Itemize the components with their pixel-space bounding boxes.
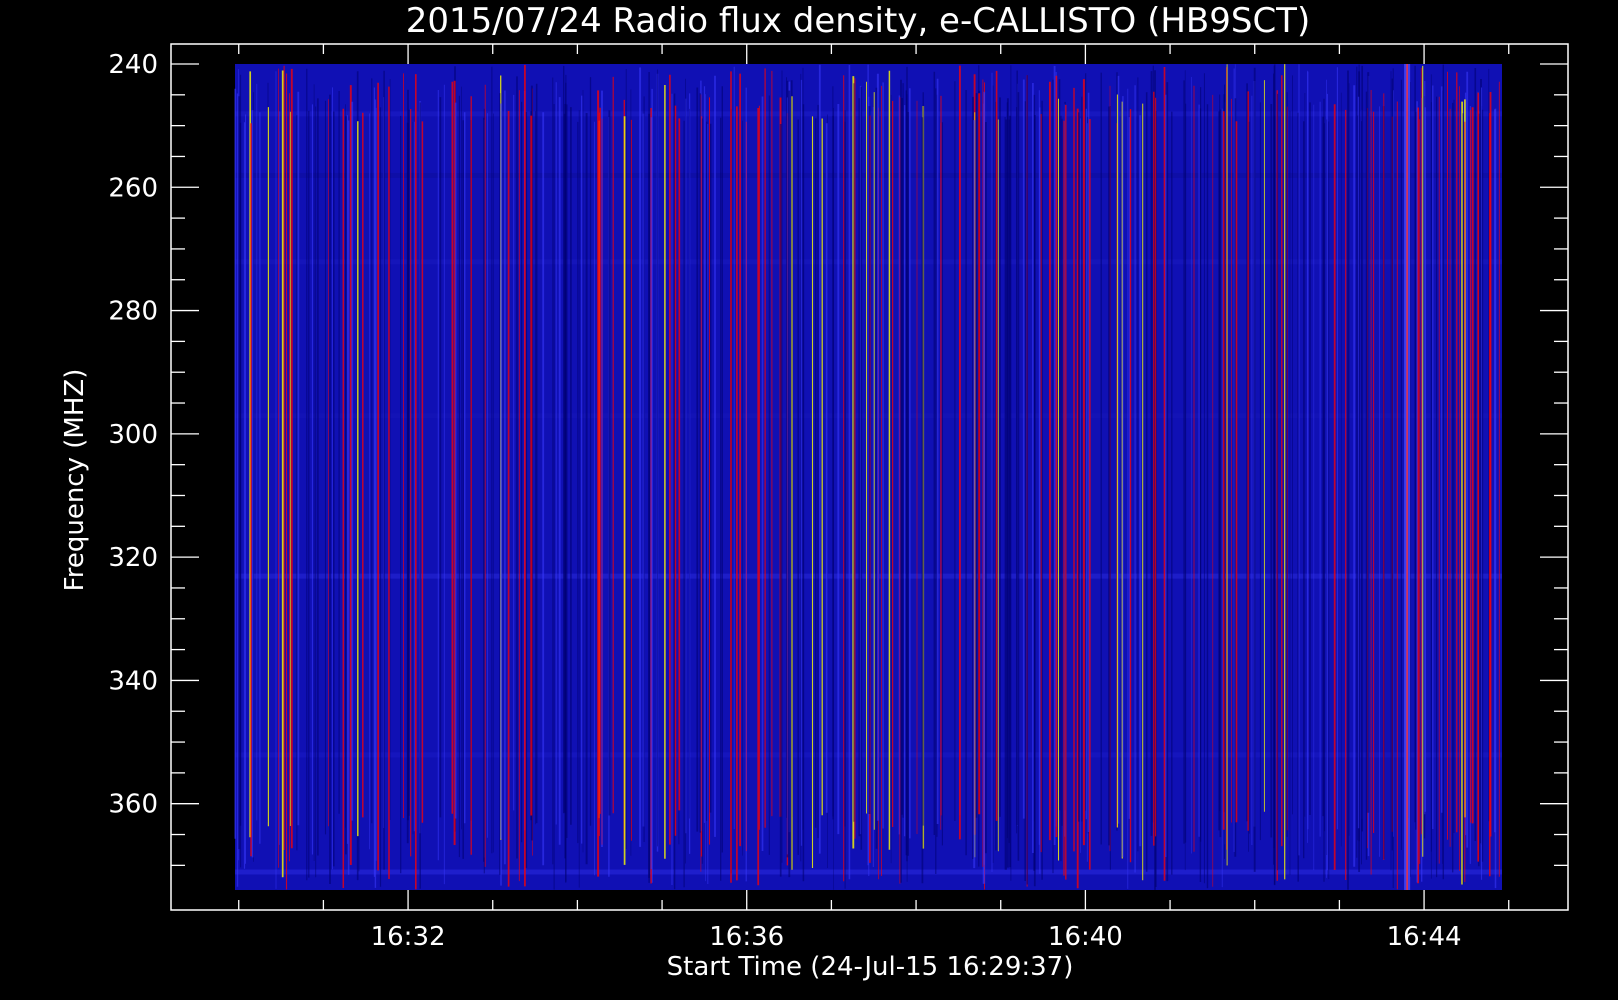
x-tick-label: 16:32: [371, 922, 446, 952]
x-tick-label: 16:40: [1048, 922, 1123, 952]
x-tick-label: 16:44: [1387, 922, 1462, 952]
heatmap-area: [234, 64, 1502, 890]
spectrogram-chart: 2015/07/24 Radio flux density, e-CALLIST…: [60, 1, 1569, 982]
y-tick-label: 280: [108, 297, 158, 327]
y-tick-label: 340: [108, 666, 158, 696]
y-tick-label: 240: [108, 50, 158, 80]
y-axis-label: Frequency (MHZ): [60, 369, 90, 592]
y-tick-label: 360: [108, 790, 158, 820]
x-tick-label: 16:36: [709, 922, 784, 952]
y-tick-label: 260: [108, 173, 158, 203]
y-tick-label: 300: [108, 420, 158, 450]
chart-title: 2015/07/24 Radio flux density, e-CALLIST…: [406, 1, 1310, 41]
x-axis-label: Start Time (24-Jul-15 16:29:37): [667, 952, 1074, 982]
y-tick-label: 320: [108, 543, 158, 573]
